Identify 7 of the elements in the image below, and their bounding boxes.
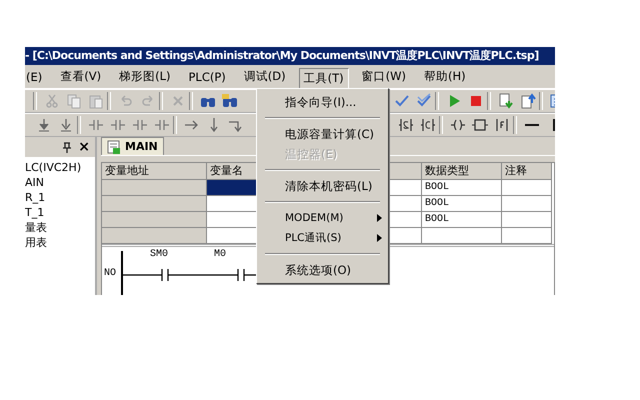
- contact-label: SM0: [150, 249, 168, 260]
- contact-label: M0: [214, 249, 226, 260]
- table-cell: BOOL: [422, 180, 502, 196]
- rung-label: NO: [103, 268, 118, 279]
- table-cell: BOOL: [422, 212, 502, 228]
- window-title: - [C:\Documents and Settings\Administrator\My Documents\INVT温度PLC\INVT温度PLC.tsp]: [25, 47, 555, 65]
- table-cell: BOOL: [422, 196, 502, 212]
